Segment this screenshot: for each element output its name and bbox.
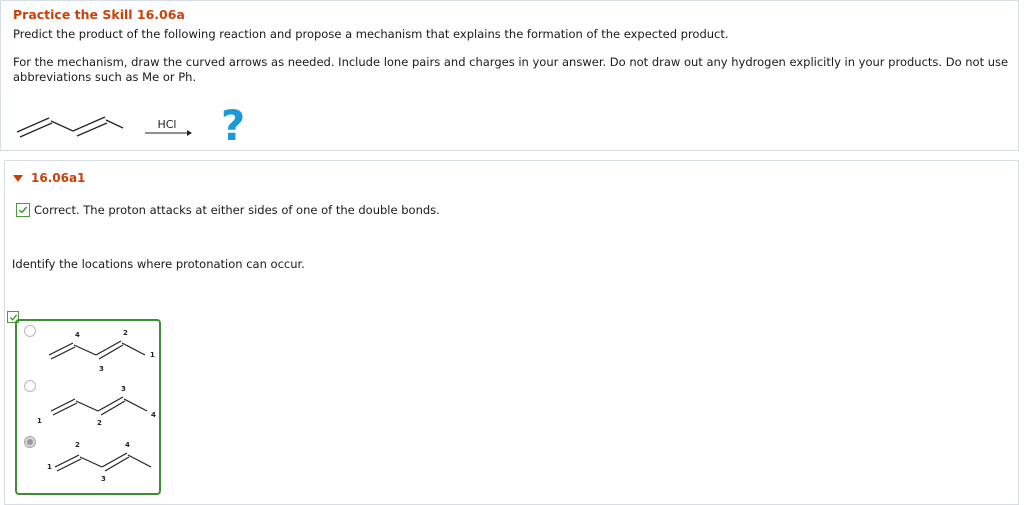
carbon-label: 2: [75, 441, 80, 449]
option-structure-1[interactable]: 4 2 3 1: [17, 323, 163, 381]
reagent-label: HCl: [157, 118, 176, 131]
reaction-scheme: HCl ?: [16, 101, 245, 150]
option-structure-3[interactable]: 2 4 1 3: [17, 437, 163, 495]
carbon-label: 1: [150, 351, 155, 359]
mechanism-instruction: For the mechanism, draw the curved arrow…: [13, 55, 1009, 84]
carbon-label: 1: [37, 417, 42, 425]
carbon-label: 2: [123, 329, 128, 337]
carbon-label: 2: [97, 419, 102, 427]
feedback-text: Correct. The proton attacks at either si…: [34, 203, 440, 217]
problem-title: Practice the Skill 16.06a: [13, 7, 185, 22]
problem-instruction: Predict the product of the following rea…: [13, 27, 729, 41]
question-mark-icon[interactable]: ?: [221, 101, 245, 150]
carbon-label: 3: [121, 385, 126, 393]
carbon-label: 4: [75, 331, 80, 339]
option-structure-2[interactable]: 1 2 3 4: [17, 379, 163, 437]
carbon-label: 4: [151, 411, 156, 419]
question-prompt: Identify the locations where protonation…: [12, 257, 305, 271]
part-header[interactable]: 16.06a1: [13, 171, 85, 185]
carbon-label: 3: [99, 365, 104, 373]
correct-check-icon: [16, 203, 30, 217]
problem-panel: Practice the Skill 16.06a Predict the pr…: [0, 0, 1019, 151]
collapse-triangle-icon[interactable]: [13, 174, 23, 182]
part-panel: 16.06a1 Correct. The proton attacks at e…: [4, 160, 1019, 505]
diene-structure: [16, 116, 124, 138]
carbon-label: 1: [47, 463, 52, 471]
selected-answer-box: 4 2 3 1 1 2 3 4 2 4 1 3: [15, 319, 161, 495]
part-title[interactable]: 16.06a1: [31, 171, 85, 185]
carbon-label: 4: [125, 441, 130, 449]
carbon-label: 3: [101, 475, 106, 483]
feedback-row: Correct. The proton attacks at either si…: [16, 203, 440, 217]
